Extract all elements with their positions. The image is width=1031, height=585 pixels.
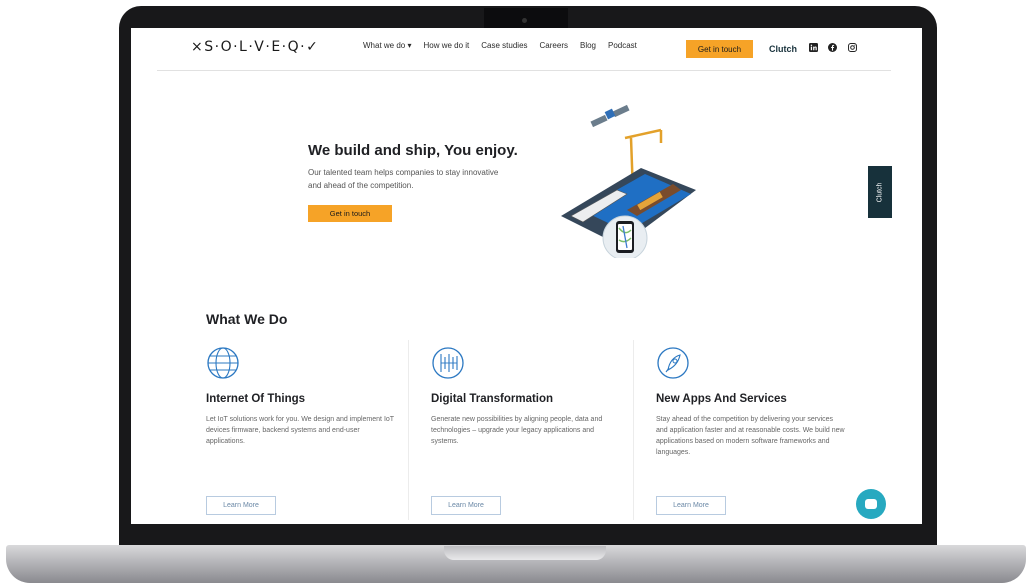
- service-description: Let IoT solutions work for you. We desig…: [206, 416, 394, 445]
- hero-subtitle: Our talented team helps companies to sta…: [308, 168, 499, 190]
- header-get-in-touch-button[interactable]: Get in touch: [686, 40, 753, 58]
- chat-widget-button[interactable]: [856, 489, 886, 519]
- service-column-digital: Digital Transformation Generate new poss…: [431, 346, 621, 447]
- facebook-icon[interactable]: [827, 43, 837, 53]
- hero-illustration: [561, 104, 696, 258]
- service-column-iot: Internet Of Things Let IoT solutions wor…: [206, 346, 396, 447]
- nav-blog[interactable]: Blog: [580, 41, 596, 50]
- linkedin-icon[interactable]: [808, 43, 818, 53]
- service-title: Internet Of Things: [206, 393, 306, 405]
- rocket-icon: [657, 347, 689, 379]
- service-column-apps: New Apps And Services Stay ahead of the …: [656, 346, 846, 458]
- instagram-icon[interactable]: [847, 43, 857, 53]
- laptop-base-notch: [444, 546, 606, 560]
- nav-case-studies[interactable]: Case studies: [481, 41, 527, 50]
- clutch-side-tab-label: Clutch: [876, 182, 884, 202]
- learn-more-button-digital[interactable]: Learn More: [431, 496, 501, 515]
- header-divider: [157, 70, 891, 71]
- nav-how-we-do-it[interactable]: How we do it: [423, 41, 469, 50]
- what-we-do-title: What We Do: [206, 311, 288, 327]
- nav-what-we-do[interactable]: What we do ▾: [363, 41, 411, 50]
- camera-icon: [522, 18, 527, 23]
- clutch-link[interactable]: Clutch: [769, 44, 797, 54]
- service-description: Stay ahead of the competition by deliver…: [656, 416, 845, 456]
- site-header: ×S·O·L·V·E·Q·✓ What we do ▾ How we do it…: [131, 28, 922, 72]
- nav-podcast[interactable]: Podcast: [608, 41, 637, 50]
- hero-get-in-touch-button[interactable]: Get in touch: [308, 205, 392, 222]
- circuit-icon: [432, 347, 464, 379]
- service-title: Digital Transformation: [431, 393, 554, 405]
- clutch-side-tab[interactable]: Clutch: [868, 166, 892, 218]
- learn-more-button-iot[interactable]: Learn More: [206, 496, 276, 515]
- column-divider: [408, 340, 409, 520]
- chat-icon: [865, 499, 877, 509]
- service-description: Generate new possibilities by aligning p…: [431, 416, 603, 445]
- column-divider: [633, 340, 634, 520]
- site-logo[interactable]: ×S·O·L·V·E·Q·✓: [191, 39, 319, 55]
- globe-icon: [207, 347, 239, 379]
- main-nav: What we do ▾ How we do it Case studies C…: [363, 41, 649, 50]
- service-title: New Apps And Services: [656, 393, 787, 405]
- learn-more-button-apps[interactable]: Learn More: [656, 496, 726, 515]
- satellite-icon: [590, 104, 630, 128]
- browser-viewport: ×S·O·L·V·E·Q·✓ What we do ▾ How we do it…: [131, 28, 922, 524]
- nav-careers[interactable]: Careers: [540, 41, 568, 50]
- hero-title: We build and ship, You enjoy.: [308, 142, 518, 159]
